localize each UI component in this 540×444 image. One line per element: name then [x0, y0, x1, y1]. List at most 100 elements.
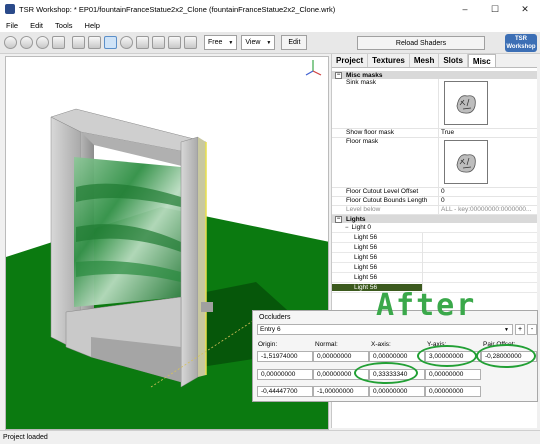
light-value[interactable]: [422, 252, 537, 263]
prop-floor-mask[interactable]: Floor mask: [332, 138, 537, 188]
camera-mode-dropdown[interactable]: Free ▼: [204, 35, 238, 50]
menu-help[interactable]: Help: [79, 21, 106, 30]
flag-icon[interactable]: [152, 36, 165, 49]
highlight-ellipse: [417, 345, 477, 367]
bones-icon[interactable]: [136, 36, 149, 49]
tsr-logo: TSR Workshop: [505, 34, 537, 52]
normal-z-field[interactable]: -1,00000000: [313, 386, 369, 397]
edit-button[interactable]: Edit: [281, 35, 308, 50]
prop-value[interactable]: True: [439, 129, 537, 137]
right-pillar-side: [198, 137, 206, 377]
status-text: Project loaded: [3, 434, 48, 441]
prop-value[interactable]: 0: [439, 197, 537, 205]
origin-x-field[interactable]: -1,51974000: [257, 351, 313, 362]
grid-icon[interactable]: [72, 36, 85, 49]
texture-icon[interactable]: [88, 36, 101, 49]
light-row[interactable]: Light 56: [332, 262, 537, 273]
right-pillar: [180, 136, 199, 388]
prop-label: Show floor mask: [332, 129, 439, 137]
light-row[interactable]: Light 56: [332, 252, 537, 263]
add-entry-button[interactable]: +: [515, 324, 525, 335]
y-axis-z-field[interactable]: 0,00000000: [425, 386, 481, 397]
axis-gizmo-icon: [305, 60, 322, 76]
toolbar: Free ▼ View ▼ Edit Reload Shaders TSR Wo…: [0, 32, 540, 54]
collapse-icon[interactable]: −: [345, 225, 349, 231]
light-row[interactable]: Light 56: [332, 242, 537, 253]
light-value[interactable]: [422, 232, 537, 243]
category-label: Lights: [346, 215, 366, 223]
floor-icon[interactable]: [104, 36, 117, 49]
prop-label: Floor mask: [332, 138, 439, 187]
close-button[interactable]: ✕: [510, 4, 540, 15]
light-label: Light 56: [354, 274, 378, 281]
light-value[interactable]: [422, 242, 537, 253]
occluder-entry-select[interactable]: Entry 6 ▼: [257, 324, 513, 335]
category-misc-masks[interactable]: − Misc masks: [332, 71, 537, 79]
app-icon: [5, 4, 15, 14]
camera-icon[interactable]: [120, 36, 133, 49]
sphere-icon[interactable]: [4, 36, 17, 49]
chevron-down-icon: ▼: [504, 326, 509, 333]
tab-project[interactable]: Project: [332, 54, 369, 67]
tab-textures[interactable]: Textures: [368, 54, 410, 67]
light-value[interactable]: [422, 262, 537, 273]
origin-z-field[interactable]: -0,44447700: [257, 386, 313, 397]
tab-misc[interactable]: Misc: [467, 54, 496, 67]
light-group-row[interactable]: − Light 0: [332, 223, 537, 233]
light-row[interactable]: Light 56: [332, 272, 537, 283]
sink-mask-image[interactable]: [444, 81, 488, 125]
light-label: Light 56: [354, 254, 378, 261]
prop-label: Level below: [332, 206, 439, 214]
property-grid: − Misc masks Sink mask Show floor mask T…: [332, 71, 537, 293]
paint-icon[interactable]: [168, 36, 181, 49]
prop-floor-cutout-bounds-length[interactable]: Floor Cutout Bounds Length 0: [332, 197, 537, 206]
sphere-shaded-icon[interactable]: [36, 36, 49, 49]
x-axis-z-field[interactable]: 0,00000000: [369, 386, 425, 397]
prop-sink-mask[interactable]: Sink mask: [332, 79, 537, 129]
prop-show-floor-mask[interactable]: Show floor mask True: [332, 129, 537, 138]
tab-slots[interactable]: Slots: [439, 54, 468, 67]
menu-file[interactable]: File: [0, 21, 24, 30]
light-row[interactable]: Light 56: [332, 232, 537, 243]
prop-label: Floor Cutout Level Offset: [332, 188, 439, 196]
title-bar: TSR Workshop: * EP01/fountainFranceStatu…: [0, 0, 540, 18]
prop-level-below[interactable]: Level below ALL - key:00000000:0000000..…: [332, 206, 537, 215]
entry-value: Entry 6: [260, 326, 281, 333]
prop-value[interactable]: 0: [439, 188, 537, 196]
status-bar: Project loaded: [0, 430, 540, 444]
fountain-base: [201, 302, 213, 312]
prop-floor-cutout-level-offset[interactable]: Floor Cutout Level Offset 0: [332, 188, 537, 197]
prop-label: Sink mask: [332, 79, 439, 128]
view-label: View: [245, 39, 261, 46]
light-label: Light 56: [354, 234, 378, 241]
diamond-icon[interactable]: [52, 36, 65, 49]
normal-x-field[interactable]: 0,00000000: [313, 351, 369, 362]
highlight-ellipse: [354, 362, 418, 384]
category-lights[interactable]: − Lights: [332, 215, 537, 223]
collapse-icon[interactable]: −: [335, 215, 342, 223]
chevron-down-icon: ▼: [266, 39, 272, 46]
view-dropdown[interactable]: View ▼: [241, 35, 276, 50]
maximize-button[interactable]: ☐: [480, 4, 510, 15]
tab-mesh[interactable]: Mesh: [410, 54, 440, 67]
noise-texture-icon: [456, 95, 476, 114]
window-title: TSR Workshop: * EP01/fountainFranceStatu…: [19, 4, 336, 14]
reload-shaders-button[interactable]: Reload Shaders: [357, 36, 485, 50]
category-label: Misc masks: [346, 71, 383, 79]
collapse-icon[interactable]: −: [335, 71, 342, 79]
tab-bar: Project Textures Mesh Slots Misc: [332, 54, 537, 68]
highlight-ellipse: [476, 344, 536, 368]
camera-mode-value: Free: [208, 39, 223, 46]
y-axis-y-field[interactable]: 0,00000000: [425, 369, 481, 380]
pen-icon[interactable]: [184, 36, 197, 49]
remove-entry-button[interactable]: -: [527, 324, 537, 335]
sphere-lit-icon[interactable]: [20, 36, 33, 49]
origin-y-field[interactable]: 0,00000000: [257, 369, 313, 380]
light-group-label: Light 0: [351, 224, 372, 231]
minimize-button[interactable]: –: [450, 4, 480, 14]
after-annotation: After: [376, 288, 477, 323]
light-value[interactable]: [422, 272, 537, 283]
menu-edit[interactable]: Edit: [24, 21, 49, 30]
menu-tools[interactable]: Tools: [49, 21, 79, 30]
floor-mask-image[interactable]: [444, 140, 488, 184]
